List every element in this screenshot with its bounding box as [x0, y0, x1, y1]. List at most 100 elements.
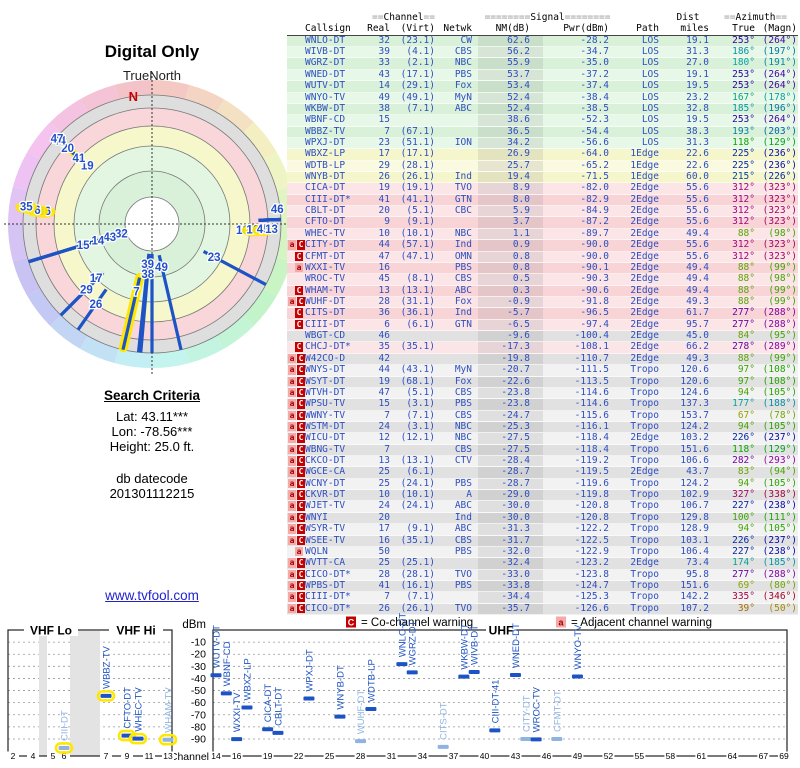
callsign-cell: WROC-TV — [305, 273, 346, 285]
noise-margin-cell: -27.5 — [478, 444, 543, 456]
path-cell: Tropo — [630, 375, 659, 387]
radar-channel-label: 35 — [20, 201, 33, 213]
station-signal-bar — [530, 737, 542, 742]
network-cell: NBC — [454, 420, 472, 432]
path-cell: Tropo — [630, 455, 659, 467]
noise-margin-cell: -22.6 — [478, 376, 543, 387]
azimuth-magnetic-cell: (264°) — [762, 34, 797, 46]
y-axis-title: dBm — [182, 619, 206, 631]
path-cell: LOS — [641, 114, 659, 126]
table-row: WGRZ-DT 33 (2.1) NBC 55.9 -35.0 LOS 27.0 180° (19… — [287, 57, 798, 70]
x-axis-tick-label: 31 — [387, 751, 397, 761]
distance-cell: 49.3 — [686, 295, 709, 307]
azimuth-magnetic-cell: (323°) — [762, 216, 797, 228]
real-channel-cell: 33 — [378, 57, 390, 69]
real-channel-cell: 7 — [384, 125, 390, 137]
radar-title: Digital Only — [105, 42, 200, 61]
table-row: a C WBNG-TV 7 CBS -27.5 -118.4 Tropo 151.6 118° (1… — [287, 444, 798, 457]
warning-badges — [287, 161, 303, 171]
x-axis-tick-label: 28 — [356, 751, 366, 761]
power-cell: -37.2 — [580, 68, 609, 80]
radar-channel-label: 41 — [72, 153, 85, 165]
adjacent-channel-badge: a — [288, 296, 296, 307]
azimuth-magnetic-cell: (105°) — [762, 523, 797, 535]
azimuth-magnetic-cell: (323°) — [762, 205, 797, 217]
path-cell: Tropo — [630, 534, 659, 546]
callsign-cell: WSTM-DT — [305, 420, 346, 432]
network-cell: PBS — [454, 261, 472, 273]
noise-margin-cell: -23.8 — [478, 387, 543, 399]
virtual-channel-cell — [390, 263, 440, 273]
table-row: CIII-DT* 41 (41.1) GTN 8.0 -82.9 2Edge 55.6 312°… — [287, 193, 798, 207]
network-cell: PBS — [454, 545, 472, 557]
tvfool-link[interactable]: www.tvfool.com — [0, 588, 304, 603]
warning-badges: C — [287, 251, 303, 262]
real-channel-cell: 24 — [378, 420, 390, 432]
adjacent-channel-badge: a — [288, 399, 296, 409]
callsign-cell: WBXZ-LP — [305, 148, 346, 160]
real-channel-cell: 29 — [378, 159, 390, 171]
y-axis-tick-label: -90 — [191, 733, 206, 745]
azimuth-true-cell: 253° — [732, 80, 755, 92]
network-cell: CBS — [454, 273, 472, 285]
distance-cell: 55.6 — [686, 216, 709, 228]
power-cell: -122.5 — [574, 534, 609, 546]
warning-badges: aC — [287, 365, 305, 375]
radar-channel-label: 49 — [155, 262, 168, 274]
distance-cell: 19.5 — [686, 80, 709, 92]
azimuth-magnetic-cell: (236°) — [762, 148, 797, 160]
x-axis-tick-label: 43 — [511, 751, 521, 761]
power-cell: -87.2 — [580, 216, 609, 228]
network-cell: Ind — [454, 307, 472, 319]
callsign-cell: WIVB-DT — [305, 46, 346, 58]
network-cell — [440, 467, 478, 477]
table-row: a C WSEE-TV 16 (35.1) CBS -31.7 -122.5 Tropo 103.… — [287, 534, 798, 547]
path-cell: 2Edge — [630, 227, 659, 239]
table-row: CICA-DT 19 (19.1) TVO 8.9 -82.0 2Edge 55.6 312° (… — [287, 182, 798, 195]
path-cell: 2Edge — [630, 261, 659, 273]
path-cell: 2Edge — [630, 239, 659, 251]
azimuth-magnetic-cell: (323°) — [762, 250, 797, 262]
latitude-value: Lat: 43.11*** — [115, 409, 189, 424]
noise-margin-cell: 34.2 — [478, 137, 543, 149]
warning-badges: aC — [287, 580, 305, 591]
distance-cell: 55.6 — [686, 193, 709, 205]
warning-badges — [287, 47, 303, 57]
callsign-cell: WSYR-TV — [305, 523, 346, 535]
azimuth-true-cell: 84° — [737, 330, 755, 342]
azimuth-true-cell: 94° — [737, 477, 755, 489]
callsign-cell: WJET-TV — [305, 500, 346, 512]
virtual-channel-cell: (10.1) — [400, 227, 435, 239]
azimuth-magnetic-cell: (129°) — [762, 136, 797, 148]
real-channel-cell: 44 — [378, 239, 390, 251]
azimuth-magnetic-cell: (99°) — [768, 295, 797, 307]
noise-margin-cell: -25.3 — [478, 421, 543, 433]
azimuth-true-cell: 312° — [732, 193, 755, 205]
table-row: a C WSYR-TV 17 (9.1) ABC -31.3 -122.2 Tropo 128.9… — [287, 523, 798, 536]
distance-cell: 55.6 — [686, 182, 709, 194]
table-row: a C WCNY-DT 25 (24.1) PBS -28.7 -119.6 Tropo 124.… — [287, 477, 798, 491]
adjacent-channel-badge: a — [288, 365, 296, 375]
x-axis-tick-label: 69 — [779, 751, 789, 761]
azimuth-magnetic-cell: (99°) — [768, 284, 797, 296]
network-cell: A — [466, 489, 472, 501]
noise-margin-cell: -5.7 — [478, 307, 543, 319]
power-cell: -89.7 — [580, 227, 609, 239]
y-axis-tick-label: -60 — [191, 697, 206, 709]
virtual-channel-cell: (17.1) — [400, 68, 435, 80]
warning-badges — [287, 195, 303, 205]
table-row: a WQLN 50 PBS -32.0 -122.9 Tropo 106.4 227° (238°… — [287, 545, 798, 559]
azimuth-true-cell: 312° — [732, 250, 755, 262]
network-cell: PBS — [454, 68, 472, 80]
table-row: C CHCJ-DT* 35 (35.1) -17.3 -108.1 2Edge 66.2 278… — [287, 341, 798, 354]
callsign-cell: WWNY-TV — [305, 409, 346, 421]
network-cell: ABC — [454, 500, 472, 512]
azimuth-magnetic-cell: (323°) — [762, 193, 797, 205]
warning-badges: aC — [287, 535, 305, 546]
table-row: a C WICU-DT 12 (12.1) NBC -27.5 -118.4 2Edge 103.… — [287, 432, 798, 445]
warning-badges: C — [287, 308, 303, 318]
noise-margin-cell: 52.4 — [478, 103, 543, 115]
table-row: a C CIII-DT* 7 (7.1) -34.4 -125.3 Tropo 142.2 335… — [287, 591, 798, 604]
power-cell: -124.7 — [574, 579, 609, 591]
distance-cell: 31.3 — [686, 46, 709, 58]
